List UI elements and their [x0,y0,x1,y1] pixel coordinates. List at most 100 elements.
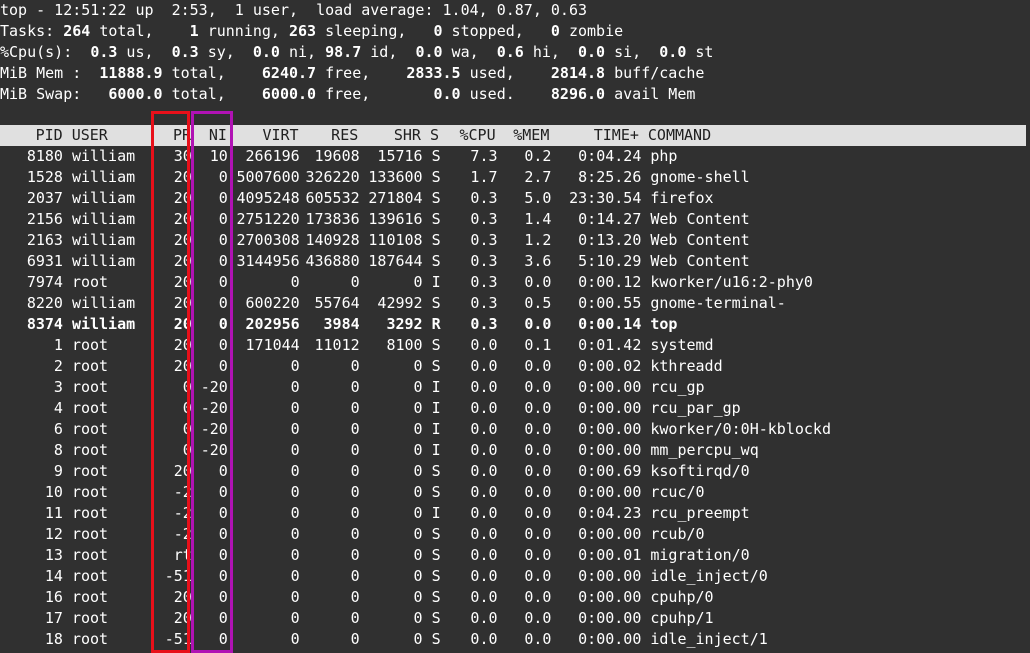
tasks-label: Tasks: [0,22,55,40]
proc-user: william [71,168,136,186]
tasks-total: 264 [63,22,91,40]
proc-shr: 15716 [377,147,423,165]
proc-user: root [71,399,109,417]
col-header-shr: SHR [393,126,421,144]
proc-virt: 0 [290,567,300,585]
proc-mem: 3.6 [524,252,552,270]
cpu-id: 98.7 [325,43,362,61]
proc-mem: 0.0 [524,504,552,522]
proc-pr: 20 [173,357,192,375]
proc-state: S [431,210,441,228]
cpu-hi-label: hi, [523,43,560,61]
proc-mem: 0.0 [524,399,552,417]
proc-mem: 0.0 [524,441,552,459]
proc-virt: 0 [290,525,300,543]
proc-cpu: 0.3 [470,315,498,333]
proc-pid: 16 [44,588,63,606]
proc-pr: -51 [164,567,192,585]
col-header-res: RES [331,126,359,144]
proc-state: S [431,525,441,543]
proc-pr: 20 [173,189,192,207]
cpu-line: %Cpu(s): 0.3 us, 0.3 sy, 0.0 ni, 98.7 id… [0,42,1030,63]
proc-pr: 20 [173,462,192,480]
cpu-us-label: us, [117,43,154,61]
proc-ni: 0 [218,588,228,606]
proc-res: 0 [350,588,360,606]
proc-cpu: 7.3 [470,147,498,165]
proc-state: S [431,483,441,501]
proc-user: root [71,273,109,291]
proc-user: root [71,420,109,438]
proc-ni: 0 [218,336,228,354]
proc-shr: 139616 [368,210,423,228]
tasks-sleeping-label: sleeping, [316,22,407,40]
tasks-running: 1 [189,22,199,40]
col-header-pr: PR [173,126,192,144]
proc-ni: 0 [218,630,228,648]
proc-command: migration/0 [650,546,750,564]
proc-pid: 2156 [26,210,63,228]
proc-pr: -2 [173,525,192,543]
proc-pid: 2163 [26,231,63,249]
proc-shr: 0 [413,546,423,564]
proc-virt: 0 [290,483,300,501]
col-header-user: USER [71,126,108,144]
proc-state: S [431,294,441,312]
proc-ni: 0 [218,252,228,270]
proc-time: 0:00.00 [578,420,642,438]
proc-command: rcu_preempt [650,504,750,522]
proc-command: firefox [650,189,714,207]
proc-res: 3984 [323,315,360,333]
uptime-line: top - 12:51:22 up 2:53, 1 user, load ave… [0,1,587,19]
proc-state: S [431,147,441,165]
proc-virt: 0 [290,609,300,627]
proc-shr: 271804 [368,189,423,207]
proc-virt: 3144956 [236,252,300,270]
proc-pid: 18 [44,630,63,648]
proc-mem: 1.4 [524,210,552,228]
proc-time: 23:30.54 [569,189,642,207]
proc-pid: 17 [44,609,63,627]
proc-state: S [431,168,441,186]
proc-res: 0 [350,273,360,291]
proc-shr: 187644 [368,252,423,270]
process-row: 2163 william 20 0 2700308 140928 110108 S 0.3 1.2… [0,230,1030,251]
mem-buff: 2814.8 [550,64,606,82]
proc-res: 0 [350,630,360,648]
cpu-wa-label: wa, [442,43,479,61]
col-header-virt: VIRT [262,126,299,144]
proc-cpu: 0.3 [470,189,498,207]
tasks-running-label: running, [198,22,280,40]
proc-state: S [431,336,441,354]
cpu-si-label: si, [605,43,642,61]
proc-state: S [431,252,441,270]
proc-command: rcub/0 [650,525,705,543]
proc-state: S [431,567,441,585]
proc-mem: 0.5 [524,294,552,312]
mem-line: MiB Mem : 11888.9 total, 6240.7 free, 28… [0,63,1030,84]
proc-cpu: 0.0 [470,567,498,585]
process-row: 9 root 20 0 0 0 0 S 0.0 0.0 0:00.69 ksoftirqd/0 [0,461,1030,482]
proc-virt: 4095248 [236,189,300,207]
proc-ni: 0 [218,483,228,501]
proc-time: 0:00.14 [578,315,642,333]
proc-shr: 0 [413,483,423,501]
proc-cpu: 0.3 [470,273,498,291]
proc-pid: 4 [53,399,63,417]
proc-user: root [71,357,109,375]
proc-user: root [71,504,109,522]
cpu-st-label: st [686,43,714,61]
process-row: 10 root -2 0 0 0 0 S 0.0 0.0 0:00.00 rcuc/0 [0,482,1030,503]
process-row: 13 root rt 0 0 0 0 S 0.0 0.0 0:00.01 migration/0 [0,545,1030,566]
proc-res: 436880 [305,252,360,270]
proc-shr: 42992 [377,294,423,312]
proc-command: Web Content [650,252,750,270]
proc-ni: 0 [218,609,228,627]
cpu-wa: 0.0 [415,43,443,61]
proc-res: 605532 [305,189,360,207]
proc-time: 0:00.00 [578,630,642,648]
tasks-stopped-label: stopped, [442,22,524,40]
process-row: 3 root 0 -20 0 0 0 I 0.0 0.0 0:00.00 rcu_gp [0,377,1030,398]
process-row: 1 root 20 0 171044 11012 8100 S 0.0 0.1 0:01.42 sys… [0,335,1030,356]
cpu-sy: 0.3 [171,43,199,61]
